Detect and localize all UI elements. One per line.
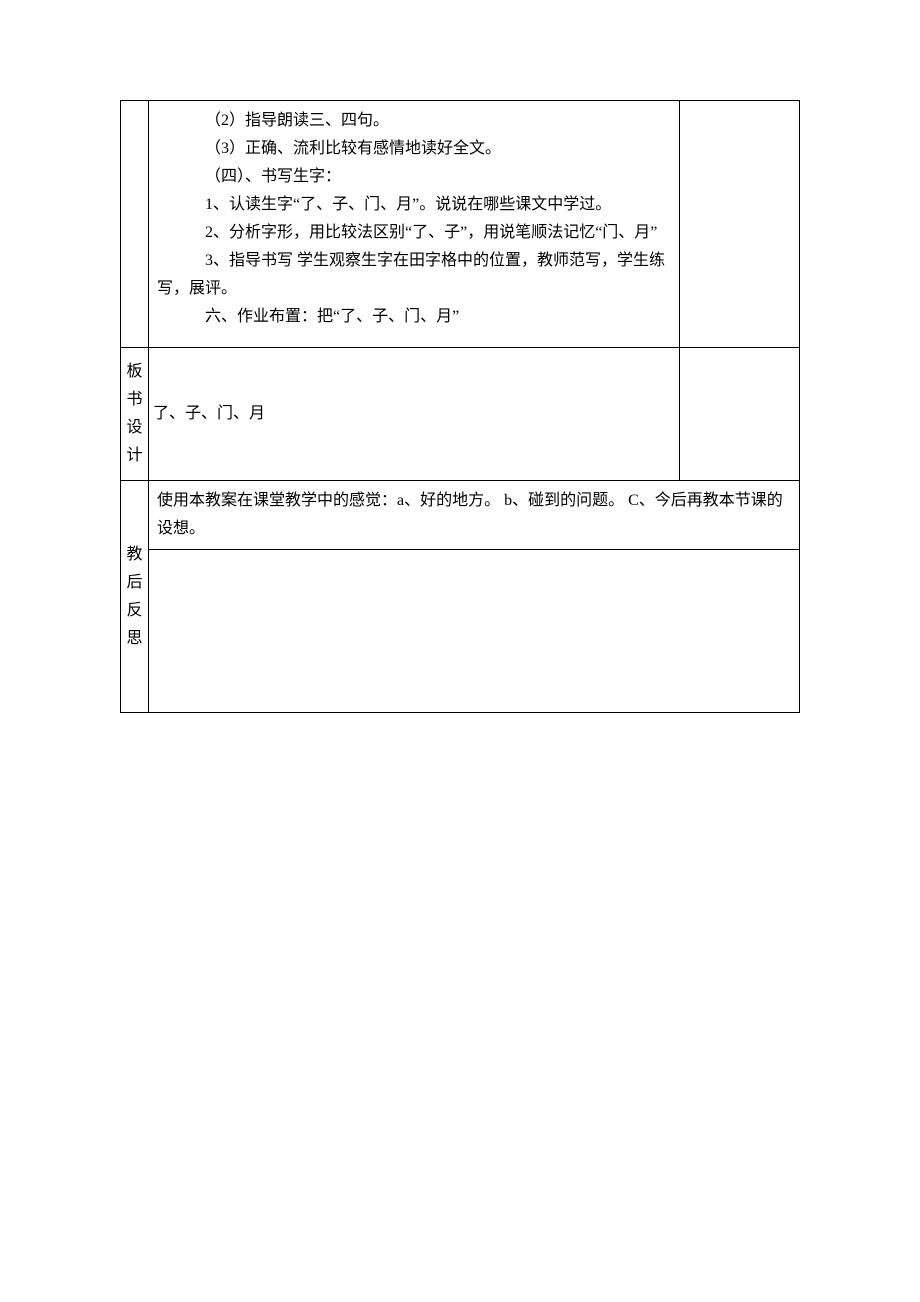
label-char: 后 [125,569,144,597]
content-line: 2、分析字形，用比较法区别“了、子”，用说笔顺法记忆“门、月” [157,219,671,247]
label-char: 教 [125,541,144,569]
table-row [121,550,800,713]
row2-content-cell: 了、子、门、月 [149,348,680,481]
label-char: 板 [125,358,144,386]
table-row: 教 后 反 思 使用本教案在课堂教学中的感觉：a、好的地方。 b、碰到的问题。 … [121,481,800,550]
reflection-space [157,556,791,706]
content-line: （3）正确、流利比较有感情地读好全文。 [157,135,671,163]
table-row: 板 书 设 计 了、子、门、月 [121,348,800,481]
row1-right-cell [680,101,800,348]
content-line: （2）指导朗读三、四句。 [157,107,671,135]
lesson-plan-table: （2）指导朗读三、四句。 （3）正确、流利比较有感情地读好全文。 （四）、书写生… [120,100,800,713]
row2-label-cell: 板 书 设 计 [121,348,149,481]
table-row: （2）指导朗读三、四句。 （3）正确、流利比较有感情地读好全文。 （四）、书写生… [121,101,800,348]
row1-content-cell: （2）指导朗读三、四句。 （3）正确、流利比较有感情地读好全文。 （四）、书写生… [149,101,680,348]
content-line: 3、指导书写 学生观察生字在田字格中的位置，教师范写，学生练写，展评。 [157,247,671,303]
row3-empty-cell [149,550,800,713]
row2-right-cell [680,348,800,481]
label-char: 设 [125,414,144,442]
label-char: 反 [125,597,144,625]
row3-note-cell: 使用本教案在课堂教学中的感觉：a、好的地方。 b、碰到的问题。 C、今后再教本节… [149,481,800,550]
row1-label-cell [121,101,149,348]
reflection-note: 使用本教案在课堂教学中的感觉：a、好的地方。 b、碰到的问题。 C、今后再教本节… [157,487,791,543]
content-line: 1、认读生字“了、子、门、月”。说说在哪些课文中学过。 [157,191,671,219]
label-char: 计 [125,442,144,470]
label-char: 书 [125,386,144,414]
content-line: （四）、书写生字： [157,163,671,191]
board-design-text: 了、子、门、月 [153,405,265,422]
label-char: 思 [125,625,144,653]
row3-label-cell: 教 后 反 思 [121,481,149,713]
content-line: 六、作业布置：把“了、子、门、月” [157,303,671,331]
